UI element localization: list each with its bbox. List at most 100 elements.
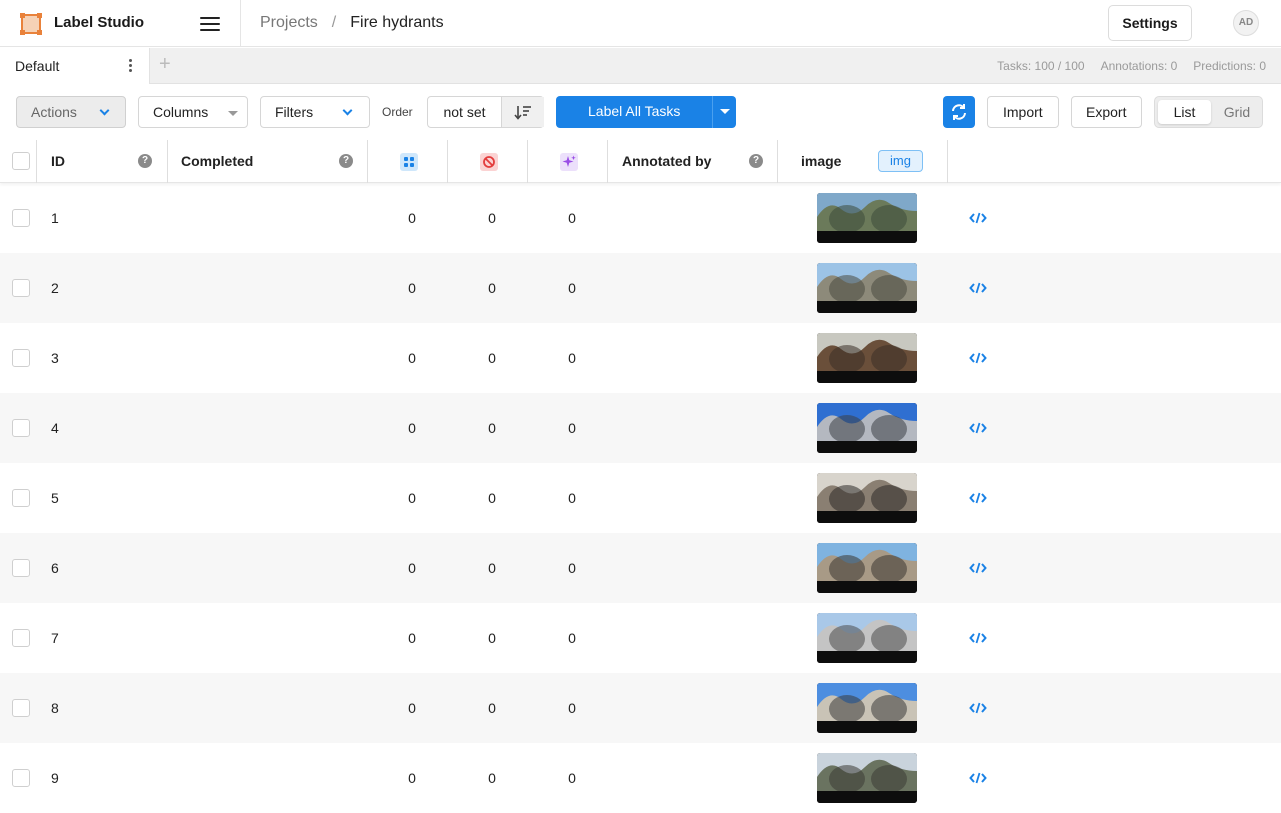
- breadcrumb-current-project: Fire hydrants: [350, 14, 444, 31]
- row-select-checkbox[interactable]: [12, 349, 30, 367]
- table-row[interactable]: 8 0 0 0: [0, 673, 1281, 743]
- table-row[interactable]: 3 0 0 0: [0, 323, 1281, 393]
- predictions-icon: [560, 153, 578, 171]
- code-view-icon[interactable]: [969, 281, 987, 295]
- cell-annotations: 0: [408, 490, 416, 506]
- breadcrumb-projects-link[interactable]: Projects: [260, 14, 318, 32]
- image-thumbnail[interactable]: [817, 333, 917, 383]
- cell-id: 6: [51, 560, 59, 576]
- cell-annotations: 0: [408, 630, 416, 646]
- cell-predictions: 0: [568, 280, 576, 296]
- code-view-icon[interactable]: [969, 631, 987, 645]
- image-thumbnail[interactable]: [817, 613, 917, 663]
- row-select-checkbox[interactable]: [12, 279, 30, 297]
- cell-annotations: 0: [408, 280, 416, 296]
- row-select-checkbox[interactable]: [12, 769, 30, 787]
- table-row[interactable]: 2000: [0, 253, 1281, 323]
- breadcrumb: Projects / Fire hydrants: [260, 14, 444, 32]
- code-view-icon[interactable]: [969, 351, 987, 365]
- actions-dropdown[interactable]: Actions: [16, 96, 126, 128]
- help-icon[interactable]: ?: [749, 154, 763, 168]
- export-button[interactable]: Export: [1071, 96, 1142, 128]
- image-thumbnail[interactable]: [817, 193, 917, 243]
- code-view-icon[interactable]: [969, 701, 987, 715]
- row-select-checkbox[interactable]: [12, 629, 30, 647]
- image-thumbnail[interactable]: [817, 473, 917, 523]
- actions-label: Actions: [31, 104, 77, 120]
- sort-descending-icon: [514, 106, 531, 120]
- code-view-icon[interactable]: [969, 561, 987, 575]
- annotations-count: Annotations: 0: [1100, 59, 1178, 73]
- view-mode-toggle: List Grid: [1154, 96, 1263, 128]
- cell-id: 7: [51, 630, 59, 646]
- cell-predictions: 0: [568, 490, 576, 506]
- image-thumbnail[interactable]: [817, 263, 917, 313]
- add-tab-plus-icon[interactable]: +: [159, 53, 171, 76]
- refresh-button[interactable]: [943, 96, 975, 128]
- cancelled-icon: [480, 153, 498, 171]
- column-header-cancelled[interactable]: [448, 140, 528, 183]
- row-select-checkbox[interactable]: [12, 489, 30, 507]
- hamburger-menu-icon[interactable]: [200, 14, 220, 32]
- filters-label: Filters: [275, 104, 314, 120]
- order-field-select[interactable]: not set: [428, 97, 502, 127]
- image-thumbnail[interactable]: [817, 683, 917, 733]
- grid-view-button[interactable]: Grid: [1213, 100, 1261, 124]
- row-select-checkbox[interactable]: [12, 699, 30, 717]
- row-select-checkbox[interactable]: [12, 419, 30, 437]
- row-select-checkbox[interactable]: [12, 559, 30, 577]
- table-header: ID ? Completed ? Annotated by ? image im…: [0, 140, 1281, 183]
- help-icon[interactable]: ?: [138, 154, 152, 168]
- tab-options-icon[interactable]: [129, 59, 133, 73]
- table-row[interactable]: 9 0 0 0: [0, 743, 1281, 813]
- code-view-icon[interactable]: [969, 771, 987, 785]
- code-view-icon[interactable]: [969, 421, 987, 435]
- table-row[interactable]: 4 0 0 0: [0, 393, 1281, 463]
- list-view-button[interactable]: List: [1158, 100, 1211, 124]
- tasks-count: Tasks: 100 / 100: [997, 59, 1085, 73]
- cell-annotations: 0: [408, 560, 416, 576]
- code-view-icon[interactable]: [969, 211, 987, 225]
- cell-predictions: 0: [568, 350, 576, 366]
- tab-default-label: Default: [15, 58, 60, 74]
- table-row[interactable]: 6 0 0 0: [0, 533, 1281, 603]
- column-completed-label: Completed: [181, 153, 254, 169]
- columns-label: Columns: [153, 104, 209, 120]
- table-row[interactable]: 1 0 0 0: [0, 183, 1281, 253]
- import-button[interactable]: Import: [987, 96, 1059, 128]
- project-stats: Tasks: 100 / 100 Annotations: 0 Predicti…: [997, 59, 1266, 73]
- select-all-checkbox[interactable]: [12, 152, 30, 170]
- order-control: not set: [427, 96, 544, 128]
- column-id-label: ID: [51, 153, 65, 169]
- image-thumbnail[interactable]: [817, 543, 917, 593]
- column-header-completed[interactable]: Completed ?: [168, 140, 368, 183]
- code-view-icon[interactable]: [969, 491, 987, 505]
- cell-annotations: 0: [408, 420, 416, 436]
- columns-dropdown[interactable]: Columns: [138, 96, 248, 128]
- row-select-checkbox[interactable]: [12, 209, 30, 227]
- user-avatar[interactable]: AD: [1233, 10, 1259, 36]
- column-header-annotated-by[interactable]: Annotated by ?: [608, 140, 778, 183]
- column-header-id[interactable]: ID ?: [37, 140, 168, 183]
- column-header-annotations[interactable]: [368, 140, 448, 183]
- image-thumbnail[interactable]: [817, 403, 917, 453]
- column-header-predictions[interactable]: [528, 140, 608, 183]
- image-thumbnail[interactable]: [817, 753, 917, 803]
- cell-cancelled: 0: [488, 210, 496, 226]
- label-all-tasks-button[interactable]: Label All Tasks: [556, 96, 736, 128]
- cell-annotations: 0: [408, 700, 416, 716]
- order-label: Order: [382, 105, 413, 119]
- filters-dropdown[interactable]: Filters: [260, 96, 370, 128]
- sort-direction-button[interactable]: [502, 97, 544, 127]
- chevron-down-icon: [99, 105, 110, 116]
- tab-default[interactable]: Default: [0, 48, 150, 84]
- settings-button[interactable]: Settings: [1108, 5, 1192, 41]
- top-navigation-bar: Label Studio Projects / Fire hydrants Se…: [0, 0, 1281, 47]
- table-row[interactable]: 7 0 0 0: [0, 603, 1281, 673]
- label-all-dropdown-toggle[interactable]: [712, 96, 736, 128]
- cell-cancelled: 0: [488, 280, 496, 296]
- help-icon[interactable]: ?: [339, 154, 353, 168]
- cell-cancelled: 0: [488, 770, 496, 786]
- app-name: Label Studio: [54, 14, 144, 31]
- table-row[interactable]: 5 0 0 0: [0, 463, 1281, 533]
